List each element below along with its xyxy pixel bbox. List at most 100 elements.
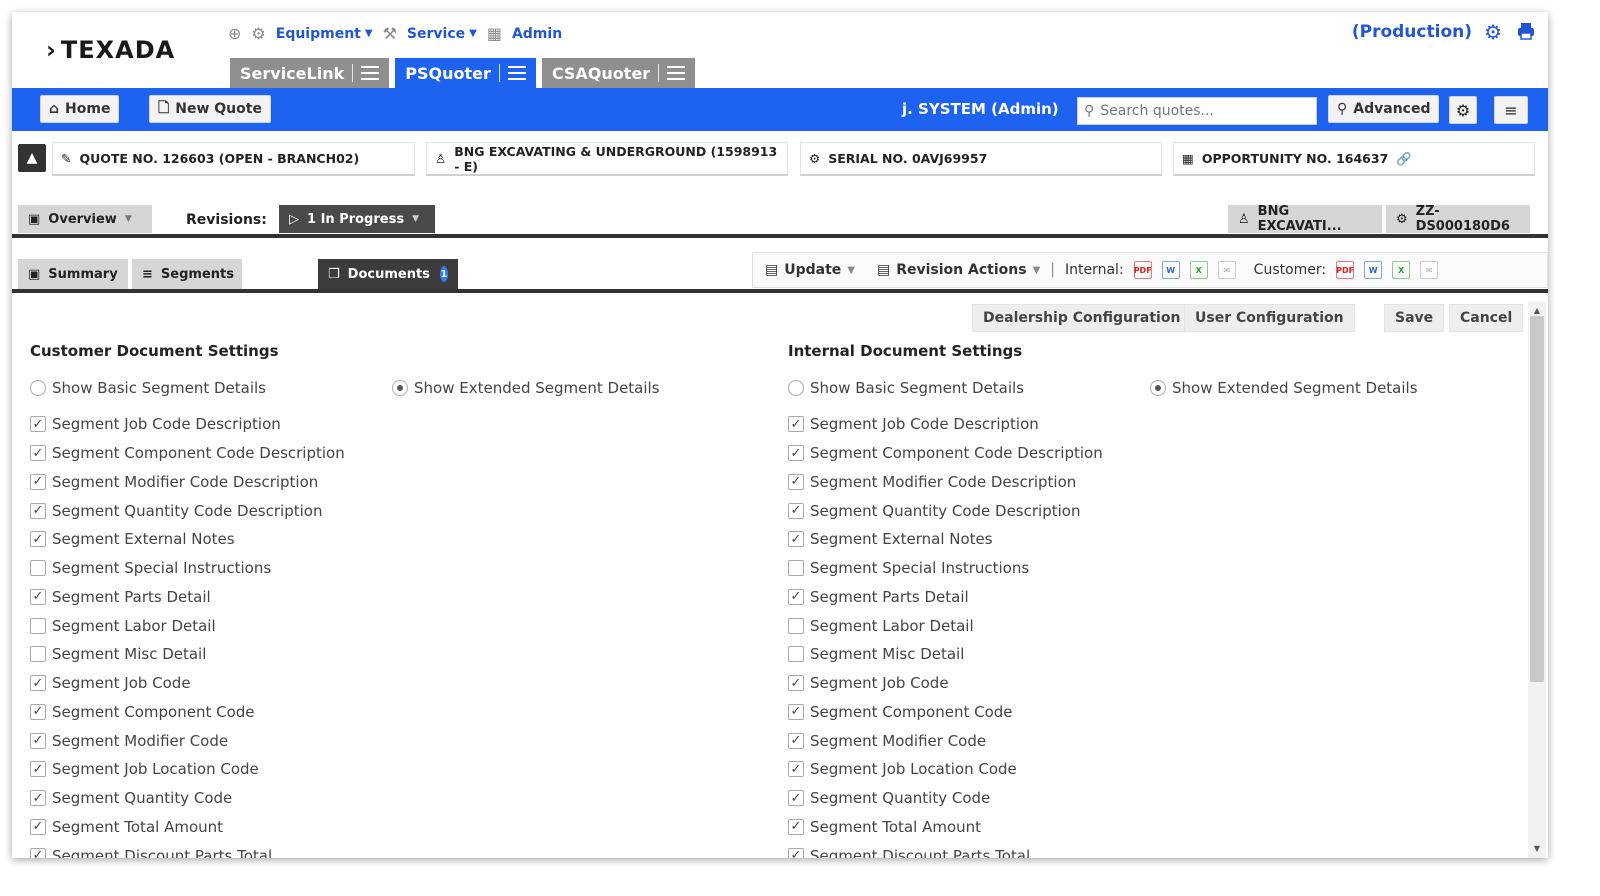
nav-service[interactable]: Service ▼	[407, 26, 477, 42]
serial-box[interactable]: ⚙ SERIAL NO. 0AVJ69957	[800, 142, 1162, 176]
customer-tab[interactable]: ♙ BNG EXCAVATI...	[1228, 204, 1382, 234]
tab-servicelink[interactable]: ServiceLink	[230, 58, 390, 88]
customer-basic-radio[interactable]: Show Basic Segment Details	[30, 379, 392, 397]
tab-documents[interactable]: ❐ Documents 1	[318, 259, 458, 289]
checkbox-unchecked[interactable]	[788, 646, 804, 663]
checkbox-checked[interactable]: ✓	[30, 416, 46, 433]
internal-email-icon[interactable]: ✉	[1217, 261, 1236, 279]
overview-dropdown[interactable]: ▣ Overview ▼	[18, 205, 152, 233]
cancel-button[interactable]: Cancel	[1449, 304, 1524, 332]
option-row[interactable]: ✓ Segment Quantity Code Description	[30, 496, 660, 525]
checkbox-checked[interactable]: ✓	[30, 675, 46, 692]
checkbox-checked[interactable]: ✓	[788, 416, 804, 433]
option-row[interactable]: ✓ Segment Component Code	[30, 698, 660, 727]
checkbox-checked[interactable]: ✓	[788, 818, 804, 835]
update-dropdown[interactable]: ▤ Update ▼	[765, 262, 855, 278]
option-row[interactable]: ✓ Segment Component Code Description	[30, 439, 660, 468]
option-row[interactable]: ✓ Segment Job Location Code	[30, 755, 660, 784]
checkbox-unchecked[interactable]	[788, 560, 804, 577]
option-row[interactable]: Segment Labor Detail	[30, 611, 660, 640]
customer-excel-icon[interactable]: X	[1392, 261, 1411, 279]
option-row[interactable]: ✓ Segment Quantity Code	[788, 784, 1418, 813]
option-row[interactable]: ✓ Segment Job Code Description	[788, 410, 1418, 439]
option-row[interactable]: Segment Misc Detail	[30, 640, 660, 669]
new-quote-button[interactable]: 🗋 New Quote	[149, 95, 271, 123]
checkbox-checked[interactable]: ✓	[30, 732, 46, 749]
settings-gear-icon[interactable]: ⚙	[1484, 20, 1502, 44]
tab-psquoter[interactable]: PSQuoter	[395, 58, 536, 88]
checkbox-checked[interactable]: ✓	[788, 502, 804, 519]
checkbox-unchecked[interactable]	[30, 560, 46, 577]
checkbox-checked[interactable]: ✓	[30, 703, 46, 720]
internal-word-icon[interactable]: W	[1161, 261, 1180, 279]
option-row[interactable]: Segment Special Instructions	[788, 554, 1418, 583]
internal-extended-radio[interactable]: Show Extended Segment Details	[1150, 379, 1418, 397]
checkbox-checked[interactable]: ✓	[788, 473, 804, 490]
customer-pdf-icon[interactable]: PDF	[1336, 261, 1355, 279]
texada-logo[interactable]: › TEXADA	[46, 36, 175, 64]
option-row[interactable]: ✓ Segment Discount Parts Total	[788, 841, 1418, 858]
current-user[interactable]: j. SYSTEM (Admin)	[902, 100, 1059, 118]
option-row[interactable]: ✓ Segment Quantity Code	[30, 784, 660, 813]
tab-segments[interactable]: ≡ Segments	[132, 259, 242, 289]
checkbox-checked[interactable]: ✓	[30, 761, 46, 778]
checkbox-checked[interactable]: ✓	[788, 675, 804, 692]
option-row[interactable]: ✓ Segment External Notes	[30, 525, 660, 554]
user-configuration-button[interactable]: User Configuration	[1184, 304, 1355, 332]
option-row[interactable]: ✓ Segment Modifier Code	[30, 726, 660, 755]
checkbox-checked[interactable]: ✓	[30, 818, 46, 835]
search-input[interactable]	[1100, 103, 1301, 119]
link-icon[interactable]: 🔗	[1396, 151, 1412, 167]
print-icon[interactable]	[1516, 21, 1536, 41]
checkbox-unchecked[interactable]	[30, 617, 46, 634]
checkbox-checked[interactable]: ✓	[30, 531, 46, 548]
panel-menu-button[interactable]: ≡	[1494, 96, 1528, 124]
collapse-button[interactable]: ▲	[18, 144, 46, 172]
menu-icon[interactable]	[667, 66, 686, 80]
option-row[interactable]: ✓ Segment Component Code	[788, 698, 1418, 727]
checkbox-unchecked[interactable]	[30, 646, 46, 663]
option-row[interactable]: ✓ Segment Modifier Code Description	[30, 468, 660, 497]
opportunity-box[interactable]: ▦ OPPORTUNITY NO. 164637 🔗	[1173, 142, 1535, 176]
scrollbar-thumb[interactable]	[1530, 316, 1544, 682]
checkbox-checked[interactable]: ✓	[30, 502, 46, 519]
scroll-down-arrow-icon[interactable]: ▼	[1530, 842, 1544, 854]
customer-extended-radio[interactable]: Show Extended Segment Details	[392, 379, 660, 397]
option-row[interactable]: ✓ Segment Parts Detail	[30, 583, 660, 612]
option-row[interactable]: ✓ Segment Job Code	[30, 669, 660, 698]
checkbox-checked[interactable]: ✓	[788, 732, 804, 749]
checkbox-checked[interactable]: ✓	[788, 790, 804, 807]
advanced-search-button[interactable]: ⚲ Advanced	[1328, 95, 1440, 123]
revision-actions-dropdown[interactable]: ▤ Revision Actions ▼	[877, 262, 1040, 278]
option-row[interactable]: ✓ Segment Parts Detail	[788, 583, 1418, 612]
option-row[interactable]: Segment Misc Detail	[788, 640, 1418, 669]
environment-label[interactable]: (Production)	[1352, 22, 1472, 42]
save-button[interactable]: Save	[1384, 304, 1445, 332]
radio-button[interactable]	[1150, 380, 1166, 396]
customer-box[interactable]: ♙ BNG EXCAVATING & UNDERGROUND (1598913 …	[426, 142, 788, 176]
option-row[interactable]: Segment Special Instructions	[30, 554, 660, 583]
customer-email-icon[interactable]: ✉	[1420, 261, 1439, 279]
radio-button[interactable]	[30, 380, 46, 396]
scroll-up-arrow-icon[interactable]: ▲	[1530, 304, 1544, 316]
radio-button[interactable]	[788, 380, 804, 396]
revision-dropdown[interactable]: ▷ 1 In Progress ▼	[279, 205, 435, 233]
home-button[interactable]: ⌂ Home	[40, 95, 120, 123]
option-row[interactable]: ✓ Segment Component Code Description	[788, 439, 1418, 468]
checkbox-checked[interactable]: ✓	[30, 790, 46, 807]
checkbox-checked[interactable]: ✓	[30, 445, 46, 462]
checkbox-checked[interactable]: ✓	[788, 703, 804, 720]
option-row[interactable]: ✓ Segment Job Location Code	[788, 755, 1418, 784]
customer-word-icon[interactable]: W	[1364, 261, 1383, 279]
option-row[interactable]: ✓ Segment Modifier Code	[788, 726, 1418, 755]
nav-equipment[interactable]: Equipment ▼	[276, 26, 373, 42]
checkbox-checked[interactable]: ✓	[788, 588, 804, 605]
internal-basic-radio[interactable]: Show Basic Segment Details	[788, 379, 1150, 397]
internal-pdf-icon[interactable]: PDF	[1133, 261, 1152, 279]
dealership-configuration-button[interactable]: Dealership Configuration	[972, 304, 1192, 332]
option-row[interactable]: ✓ Segment Total Amount	[30, 813, 660, 842]
option-row[interactable]: Segment Labor Detail	[788, 611, 1418, 640]
option-row[interactable]: ✓ Segment Job Code Description	[30, 410, 660, 439]
option-row[interactable]: ✓ Segment External Notes	[788, 525, 1418, 554]
option-row[interactable]: ✓ Segment Discount Parts Total	[30, 841, 660, 858]
